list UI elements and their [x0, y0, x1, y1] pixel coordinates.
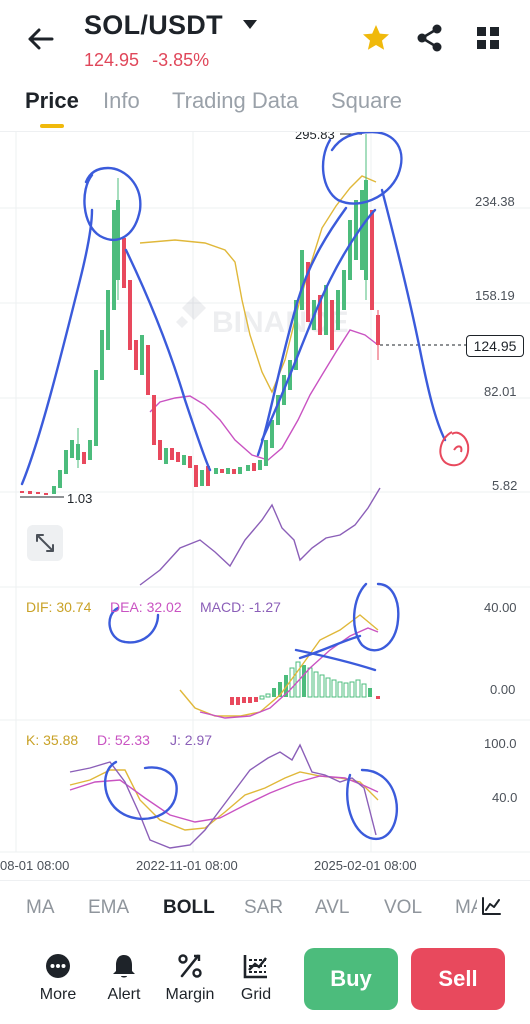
price-axis-label-4: 5.82: [492, 478, 518, 493]
indicator-ma-2[interactable]: MA: [455, 897, 477, 919]
tab-bar: Price Info Trading Data Square: [0, 84, 530, 132]
tab-price[interactable]: Price: [25, 88, 79, 114]
alert-label: Alert: [107, 986, 141, 1003]
indicator-sar[interactable]: SAR: [244, 897, 283, 919]
tab-indicator: [40, 124, 64, 128]
macd-axis-label-1: 40.00: [484, 600, 517, 615]
dea-line: [199, 627, 379, 719]
more-icon: [46, 954, 70, 978]
grid-label: Grid: [240, 986, 272, 1003]
d-line: [69, 775, 379, 823]
annotation-strokes: [20, 132, 447, 841]
indicator-avl[interactable]: AVL: [315, 897, 350, 919]
x-axis-label-2: 2022-11-01 08:00: [136, 858, 238, 873]
buy-button[interactable]: Buy: [304, 948, 398, 1010]
grid-chart-icon: [243, 955, 267, 979]
apps-grid-icon[interactable]: [472, 22, 504, 54]
chart-area[interactable]: BINANCE 295.83 1.03 234.38 158.19 82.01 …: [0, 132, 530, 877]
chart-settings-icon[interactable]: [480, 895, 502, 917]
bell-icon: [113, 955, 135, 978]
grid-button[interactable]: Grid: [226, 952, 286, 1004]
volume-line: [139, 487, 381, 586]
back-arrow-icon[interactable]: [24, 22, 58, 56]
alert-button[interactable]: Alert: [94, 952, 154, 1004]
indicator-ema[interactable]: EMA: [88, 897, 129, 919]
share-icon[interactable]: [414, 22, 446, 54]
pair-title[interactable]: SOL/USDT: [84, 10, 223, 41]
expand-chart-button[interactable]: [27, 525, 63, 561]
tab-info[interactable]: Info: [103, 88, 140, 114]
caret-down-icon[interactable]: [240, 14, 260, 34]
price-axis-label-1: 234.38: [475, 194, 515, 209]
indicator-ma[interactable]: MA: [26, 897, 55, 919]
expand-icon: [36, 534, 54, 552]
macd-dif-label: DIF: 30.74: [26, 599, 92, 615]
kdj-axis-label-2: 40.0: [492, 790, 518, 805]
kdj-k-label: K: 35.88: [26, 732, 79, 748]
low-label: 1.03: [67, 491, 92, 506]
macd-axis-label-2: 0.00: [490, 682, 516, 697]
sell-button[interactable]: Sell: [411, 948, 505, 1010]
candlestick-chart[interactable]: BINANCE 295.83 1.03: [0, 132, 530, 877]
macd-dea-label: DEA: 32.02: [110, 599, 182, 615]
current-price-tag: 124.95: [466, 335, 524, 357]
price-axis-label-3: 82.01: [484, 384, 517, 399]
indicator-vol[interactable]: VOL: [384, 897, 422, 919]
macd-histogram: [230, 661, 380, 705]
red-annotation: [439, 431, 470, 467]
price-change: -3.85%: [152, 50, 210, 70]
watermark-text: BINANCE: [212, 306, 349, 339]
indicator-bar: MA EMA BOLL SAR AVL VOL MA: [0, 880, 530, 930]
header: SOL/USDT 124.95 -3.85%: [0, 0, 530, 80]
kdj-j-label: J: 2.97: [170, 732, 213, 748]
bottom-bar: More Alert Margin Grid Buy Sell: [0, 940, 530, 1024]
binance-watermark: [176, 296, 206, 328]
price-axis-label-2: 158.19: [475, 288, 515, 303]
last-price: 124.95: [84, 50, 140, 70]
k-line: [69, 769, 379, 831]
more-button[interactable]: More: [28, 952, 88, 1004]
star-icon[interactable]: [360, 22, 392, 54]
kdj-axis-label-1: 100.0: [484, 736, 517, 751]
dif-line: [179, 614, 379, 717]
x-axis-label-3: 2025-02-01 08:00: [314, 858, 417, 873]
margin-label: Margin: [165, 986, 215, 1003]
percent-icon: [178, 954, 202, 978]
tab-square[interactable]: Square: [331, 88, 402, 114]
macd-value-label: MACD: -1.27: [200, 599, 281, 615]
j-line: [69, 743, 377, 849]
indicator-boll[interactable]: BOLL: [163, 897, 215, 919]
kdj-d-label: D: 52.33: [97, 732, 150, 748]
more-label: More: [39, 986, 77, 1003]
tab-trading-data[interactable]: Trading Data: [172, 88, 298, 114]
price-row: 124.95 -3.85%: [84, 50, 209, 71]
margin-button[interactable]: Margin: [160, 952, 220, 1004]
x-axis-label-1: 08-01 08:00: [0, 858, 70, 873]
